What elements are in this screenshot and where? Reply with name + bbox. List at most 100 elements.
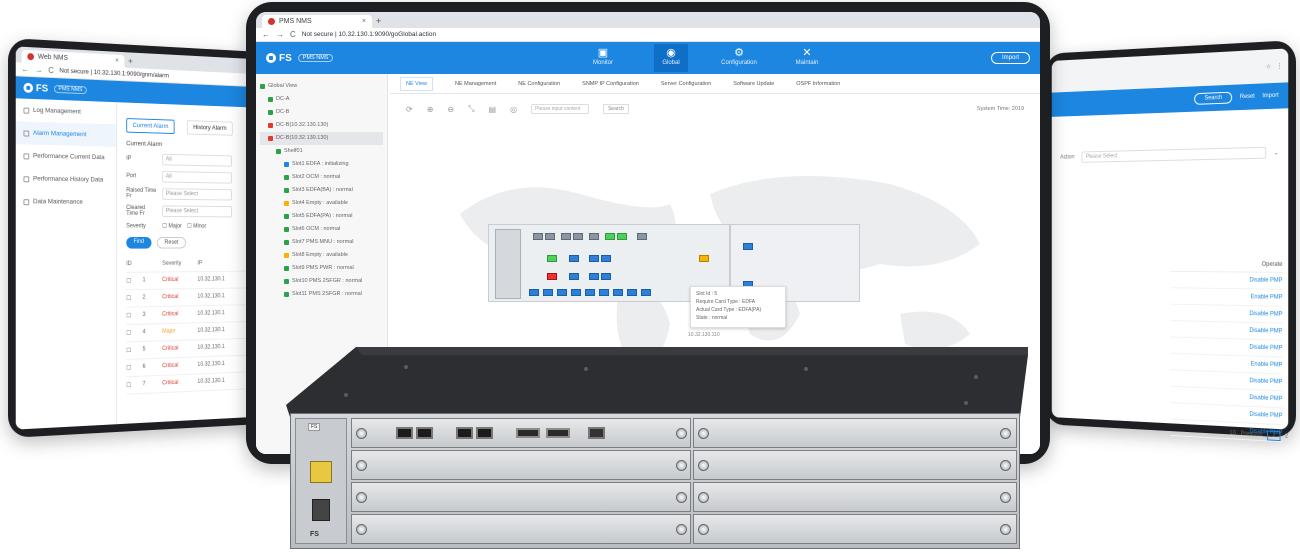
- sidebar-item-alarm[interactable]: Alarm Management: [15, 121, 117, 147]
- row-checkbox[interactable]: ☐: [126, 295, 135, 302]
- port-alarm[interactable]: [547, 273, 557, 280]
- url-text[interactable]: Not secure | 10.32.130.1:9090/gnm/alarm: [59, 67, 169, 79]
- tab-ne-4[interactable]: Server Configuration: [661, 81, 711, 87]
- port-warning[interactable]: [699, 255, 709, 262]
- tree-node[interactable]: Slot4 Empty : available: [260, 197, 383, 210]
- tree-node[interactable]: DC-B: [260, 106, 383, 119]
- address-bar[interactable]: ← → C Not secure | 10.32.130.1:9090/goGl…: [256, 28, 1040, 42]
- reload-icon[interactable]: C: [290, 30, 296, 39]
- reload-icon[interactable]: C: [48, 66, 53, 75]
- port-fiber[interactable]: [601, 273, 611, 280]
- port-fiber[interactable]: [543, 289, 553, 296]
- action-select[interactable]: Please Select: [1081, 146, 1267, 163]
- reset-button[interactable]: Reset: [156, 237, 187, 249]
- tree-node[interactable]: Slot2 OCM : normal: [260, 171, 383, 184]
- tree-node[interactable]: Slot1 EDFA : initializing: [260, 158, 383, 171]
- close-tab-icon[interactable]: ×: [362, 18, 366, 25]
- port[interactable]: [637, 233, 647, 240]
- port-fiber[interactable]: [529, 289, 539, 296]
- rj45-port[interactable]: [416, 427, 433, 439]
- console-port[interactable]: [588, 427, 605, 439]
- tab-ne-5[interactable]: Software Update: [733, 81, 774, 87]
- port[interactable]: [573, 233, 583, 240]
- port-select[interactable]: All: [162, 170, 232, 184]
- slot-empty[interactable]: [693, 418, 1017, 448]
- new-tab-icon[interactable]: +: [128, 55, 133, 68]
- cleared-time-select[interactable]: Please Select: [162, 205, 232, 218]
- import-button[interactable]: Import: [990, 52, 1030, 64]
- slot-blank[interactable]: [693, 482, 1017, 512]
- port-fiber[interactable]: [589, 255, 599, 262]
- forward-icon[interactable]: →: [35, 65, 43, 74]
- sidebar-item-perf-current[interactable]: Performance Current Data: [16, 144, 116, 169]
- slot-blank[interactable]: [351, 450, 691, 480]
- table-row[interactable]: ☐ 1 Critical 10.32.130.1: [126, 271, 258, 291]
- sfp-port[interactable]: [546, 428, 570, 438]
- tree-node[interactable]: DC-B(10.32.130.130): [260, 132, 383, 145]
- tree-node[interactable]: Shelf01: [260, 145, 383, 158]
- port-fiber[interactable]: [613, 289, 623, 296]
- sfp-port[interactable]: [516, 428, 540, 438]
- close-tab-icon[interactable]: ×: [115, 58, 119, 65]
- tab-current-alarm[interactable]: Current Alarm: [126, 118, 175, 135]
- tree-node[interactable]: Slot5 EDFA(PA) : normal: [260, 210, 383, 223]
- tree-node[interactable]: Slot8 Empty : available: [260, 249, 383, 262]
- tree-node[interactable]: Slot10 PMS 2SFGR : normal: [260, 275, 383, 288]
- chevron-down-icon[interactable]: ⌄: [1274, 149, 1279, 156]
- port[interactable]: [589, 233, 599, 240]
- port-fiber[interactable]: [627, 289, 637, 296]
- port-fiber[interactable]: [557, 289, 567, 296]
- port-active[interactable]: [605, 233, 615, 240]
- operate-link[interactable]: Disable PMP: [1170, 271, 1283, 290]
- import-link[interactable]: Import: [1262, 93, 1278, 100]
- previous-button[interactable]: Previous: [1241, 431, 1263, 438]
- port[interactable]: [561, 233, 571, 240]
- port-fiber[interactable]: [641, 289, 651, 296]
- ip-select[interactable]: All: [162, 153, 232, 167]
- rj45-port[interactable]: [396, 427, 413, 439]
- port[interactable]: [533, 233, 543, 240]
- port-fiber[interactable]: [585, 289, 595, 296]
- tree-node[interactable]: DC-B(10.32.130.130): [260, 119, 383, 132]
- forward-icon[interactable]: →: [276, 30, 284, 39]
- new-tab-icon[interactable]: +: [376, 15, 381, 28]
- row-checkbox[interactable]: ☐: [126, 312, 135, 319]
- sidebar-item-log[interactable]: Log Management: [16, 98, 116, 124]
- row-checkbox[interactable]: ☐: [126, 364, 135, 371]
- tab-ne-2[interactable]: NE Configuration: [518, 81, 560, 87]
- search-button[interactable]: Search: [1194, 91, 1233, 105]
- tree-node[interactable]: Slot6 OCM : normal: [260, 223, 383, 236]
- slot-mnu[interactable]: [351, 418, 691, 448]
- tab-ne-0[interactable]: NE View: [400, 76, 433, 91]
- browser-tab[interactable]: PMS NMS ×: [262, 15, 372, 28]
- save-icon[interactable]: ▤: [489, 105, 497, 114]
- row-checkbox[interactable]: ☐: [126, 330, 135, 337]
- sidebar-item-data[interactable]: Data Maintenance: [16, 190, 116, 214]
- tree-node[interactable]: DC-A: [260, 93, 383, 106]
- find-button[interactable]: Find: [126, 237, 152, 249]
- port-active[interactable]: [617, 233, 627, 240]
- row-checkbox[interactable]: ☐: [126, 382, 135, 389]
- search-button[interactable]: Search: [603, 104, 629, 114]
- port-fiber[interactable]: [601, 255, 611, 262]
- port[interactable]: [545, 233, 555, 240]
- reset-link[interactable]: Reset: [1240, 94, 1255, 101]
- refresh-icon[interactable]: ⟳: [406, 105, 413, 114]
- back-icon[interactable]: ←: [22, 65, 30, 74]
- sidebar-item-perf-history[interactable]: Performance History Data: [16, 167, 116, 191]
- page-size-select[interactable]: 10: [1230, 430, 1236, 436]
- url-text[interactable]: Not secure | 10.32.130.1:9090/goGlobal.a…: [302, 31, 436, 38]
- menu-icon[interactable]: ⋮: [1277, 62, 1283, 69]
- row-checkbox[interactable]: ☐: [126, 347, 135, 354]
- checkbox-major[interactable]: ☐ Major: [162, 223, 182, 230]
- star-icon[interactable]: ☆: [1266, 63, 1271, 70]
- nav-maintain[interactable]: ✕ Maintain: [790, 44, 824, 72]
- slot-blank[interactable]: [693, 514, 1017, 544]
- nav-monitor[interactable]: ▣ Monitor: [586, 44, 620, 72]
- raised-time-select[interactable]: Please Select: [162, 188, 232, 201]
- slot-blank[interactable]: [351, 482, 691, 512]
- port-active[interactable]: [547, 255, 557, 262]
- tab-ne-6[interactable]: OSPF Information: [796, 81, 840, 87]
- back-icon[interactable]: ←: [262, 30, 270, 39]
- tree-node[interactable]: Slot9 PMS PWR : normal: [260, 262, 383, 275]
